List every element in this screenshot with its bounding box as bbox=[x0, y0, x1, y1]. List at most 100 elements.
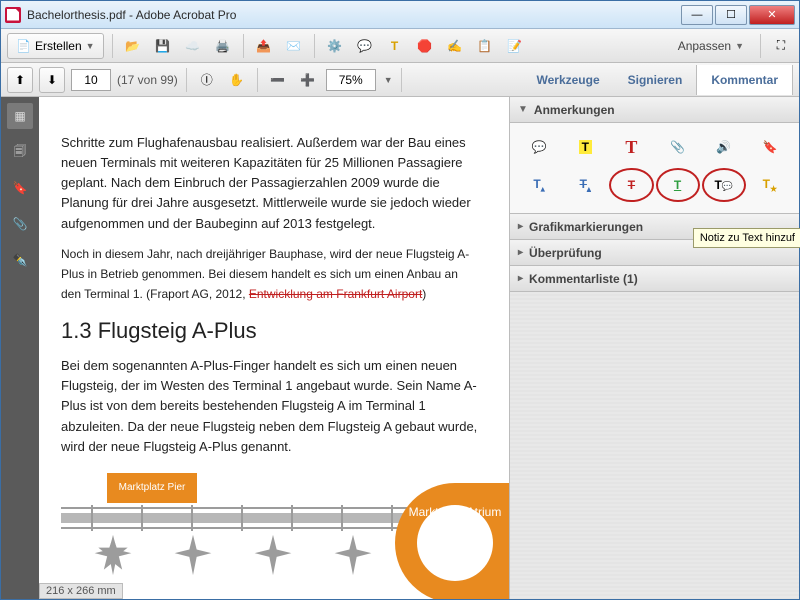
text-correction-tool[interactable]: T★ bbox=[751, 171, 789, 199]
hand-tool-button[interactable]: ✋ bbox=[225, 68, 249, 92]
page-up-button[interactable]: ⬆ bbox=[7, 67, 33, 93]
signatures-tab[interactable]: ✒️ bbox=[7, 247, 33, 273]
bookmarks-tab[interactable]: 🔖 bbox=[7, 175, 33, 201]
plane-icon bbox=[171, 533, 215, 577]
cursor-icon: Ⓘ bbox=[201, 71, 213, 88]
zoom-input[interactable] bbox=[326, 69, 376, 91]
zoom-in-button[interactable]: ➕ bbox=[296, 68, 320, 92]
tab-werkzeuge[interactable]: Werkzeuge bbox=[522, 65, 613, 95]
fullscreen-button[interactable]: ⛶ bbox=[769, 34, 793, 58]
edit-button[interactable]: 📝 bbox=[503, 34, 527, 58]
minus-icon: ➖ bbox=[270, 73, 285, 87]
customize-label: Anpassen bbox=[678, 39, 731, 53]
tab-kommentar[interactable]: Kommentar bbox=[696, 65, 793, 95]
minimize-button[interactable]: — bbox=[681, 5, 713, 25]
folder-open-icon: 📂 bbox=[125, 39, 140, 53]
highlight-text-icon: T bbox=[391, 39, 398, 53]
underline-tool[interactable]: T bbox=[659, 171, 697, 199]
plane-icon bbox=[331, 533, 375, 577]
sticky-note-tool[interactable]: 💬 bbox=[520, 133, 558, 161]
maximize-button[interactable]: ☐ bbox=[715, 5, 747, 25]
sticky-note-icon: 💬 bbox=[532, 140, 547, 154]
page-size-status: 216 x 266 mm bbox=[39, 583, 123, 599]
fullscreen-icon: ⛶ bbox=[777, 38, 785, 53]
form-icon: 📋 bbox=[477, 39, 492, 53]
plane-icon bbox=[91, 533, 135, 577]
share-icon: 📤 bbox=[256, 39, 271, 53]
highlight-tool[interactable]: T bbox=[566, 133, 604, 161]
document-viewport[interactable]: Schritte zum Flughafenausbau realisiert.… bbox=[39, 97, 509, 599]
zoom-out-button[interactable]: ➖ bbox=[266, 68, 290, 92]
settings-button[interactable]: ⚙️ bbox=[323, 34, 347, 58]
plane-icon bbox=[251, 533, 295, 577]
close-button[interactable]: ✕ bbox=[749, 5, 795, 25]
nav-toolbar: ⬆ ⬇ (17 von 99) Ⓘ ✋ ➖ ➕ ▼ Werkzeuge Sign… bbox=[1, 63, 799, 97]
tooltip: Notiz zu Text hinzuf bbox=[693, 228, 799, 248]
comment-side-panel: ▼ Anmerkungen 💬 T T 📎 🔊 🔖 T▴ T▴ T T T💬 T… bbox=[509, 97, 799, 599]
print-button[interactable]: 🖨️ bbox=[211, 34, 235, 58]
select-tool-button[interactable]: Ⓘ bbox=[195, 68, 219, 92]
section-heading: 1.3 Flugsteig A-Plus bbox=[61, 318, 479, 344]
pier-label: Marktplatz Pier bbox=[107, 473, 197, 503]
plus-icon: ➕ bbox=[300, 73, 315, 87]
form-button[interactable]: 📋 bbox=[473, 34, 497, 58]
create-button[interactable]: 📄 Erstellen ▼ bbox=[7, 33, 104, 59]
arrow-up-icon: ⬆ bbox=[15, 73, 25, 87]
add-note-to-text-tool[interactable]: T💬 bbox=[705, 171, 743, 199]
attachments-tab[interactable]: 📎 bbox=[7, 211, 33, 237]
paperclip-icon: 📎 bbox=[13, 217, 28, 231]
sign-button[interactable]: ✍️ bbox=[443, 34, 467, 58]
pages-icon: 🗐 bbox=[14, 142, 26, 163]
arrow-down-icon: ⬇ bbox=[47, 73, 57, 87]
panel-title: Überprüfung bbox=[529, 246, 602, 260]
attach-file-tool[interactable]: 📎 bbox=[659, 133, 697, 161]
record-audio-tool[interactable]: 🔊 bbox=[705, 133, 743, 161]
panel-anmerkungen-header[interactable]: ▼ Anmerkungen bbox=[510, 97, 799, 123]
page-count-label: (17 von 99) bbox=[117, 73, 178, 87]
chevron-down-icon: ▼ bbox=[735, 41, 744, 51]
page-number-input[interactable] bbox=[71, 69, 111, 91]
share-button[interactable]: 📤 bbox=[252, 34, 276, 58]
stamp-delete-button[interactable]: 🛑 bbox=[413, 34, 437, 58]
page-down-button[interactable]: ⬇ bbox=[39, 67, 65, 93]
underline-icon: T bbox=[674, 178, 681, 192]
insert-text-tool[interactable]: T▴ bbox=[520, 171, 558, 199]
window-title: Bachelorthesis.pdf - Adobe Acrobat Pro bbox=[27, 8, 681, 22]
pdf-page: Schritte zum Flughafenausbau realisiert.… bbox=[39, 97, 509, 599]
gear-icon: ⚙️ bbox=[327, 39, 342, 53]
acrobat-app-icon bbox=[5, 7, 21, 23]
chevron-down-icon: ▼ bbox=[518, 104, 528, 115]
delete-icon: 🛑 bbox=[417, 39, 432, 53]
stamp-icon: 🔖 bbox=[762, 140, 777, 154]
thumbnails-tab[interactable]: ▦ bbox=[7, 103, 33, 129]
save-button[interactable]: 💾 bbox=[151, 34, 175, 58]
tab-signieren[interactable]: Signieren bbox=[614, 65, 697, 95]
stamp-tool[interactable]: 🔖 bbox=[751, 133, 789, 161]
insert-text-icon: T▴ bbox=[533, 177, 544, 193]
add-text-tool[interactable]: T bbox=[612, 133, 650, 161]
email-button[interactable]: ✉️ bbox=[282, 34, 306, 58]
body-paragraph: Schritte zum Flughafenausbau realisiert.… bbox=[61, 133, 479, 234]
save-icon: 💾 bbox=[155, 39, 170, 53]
left-nav-bar: ▦ 🗐 🔖 📎 ✒️ bbox=[1, 97, 39, 599]
strikethrough-tool[interactable]: T bbox=[612, 171, 650, 199]
cloud-button[interactable]: ☁️ bbox=[181, 34, 205, 58]
audio-icon: 🔊 bbox=[716, 140, 731, 154]
highlight-button[interactable]: T bbox=[383, 34, 407, 58]
panel-empty-area bbox=[510, 292, 799, 599]
sign-panel-icon: ✒️ bbox=[13, 253, 28, 267]
edit-doc-icon: 📝 bbox=[507, 39, 522, 53]
text-correction-icon: T★ bbox=[763, 177, 778, 193]
email-icon: ✉️ bbox=[286, 39, 301, 53]
bookmark-icon: 🔖 bbox=[13, 181, 28, 195]
comment-button[interactable]: 💬 bbox=[353, 34, 377, 58]
customize-button[interactable]: Anpassen ▼ bbox=[670, 33, 752, 59]
body-paragraph: Bei dem sogenannten A-Plus-Finger handel… bbox=[61, 356, 479, 457]
chevron-down-icon[interactable]: ▼ bbox=[384, 75, 393, 85]
replace-text-tool[interactable]: T▴ bbox=[566, 171, 604, 199]
chevron-right-icon: ▸ bbox=[518, 247, 523, 258]
chevron-right-icon: ▸ bbox=[518, 221, 523, 232]
pages-tab[interactable]: 🗐 bbox=[7, 139, 33, 165]
open-button[interactable]: 📂 bbox=[121, 34, 145, 58]
panel-kommentarliste-header[interactable]: ▸ Kommentarliste (1) bbox=[510, 266, 799, 292]
